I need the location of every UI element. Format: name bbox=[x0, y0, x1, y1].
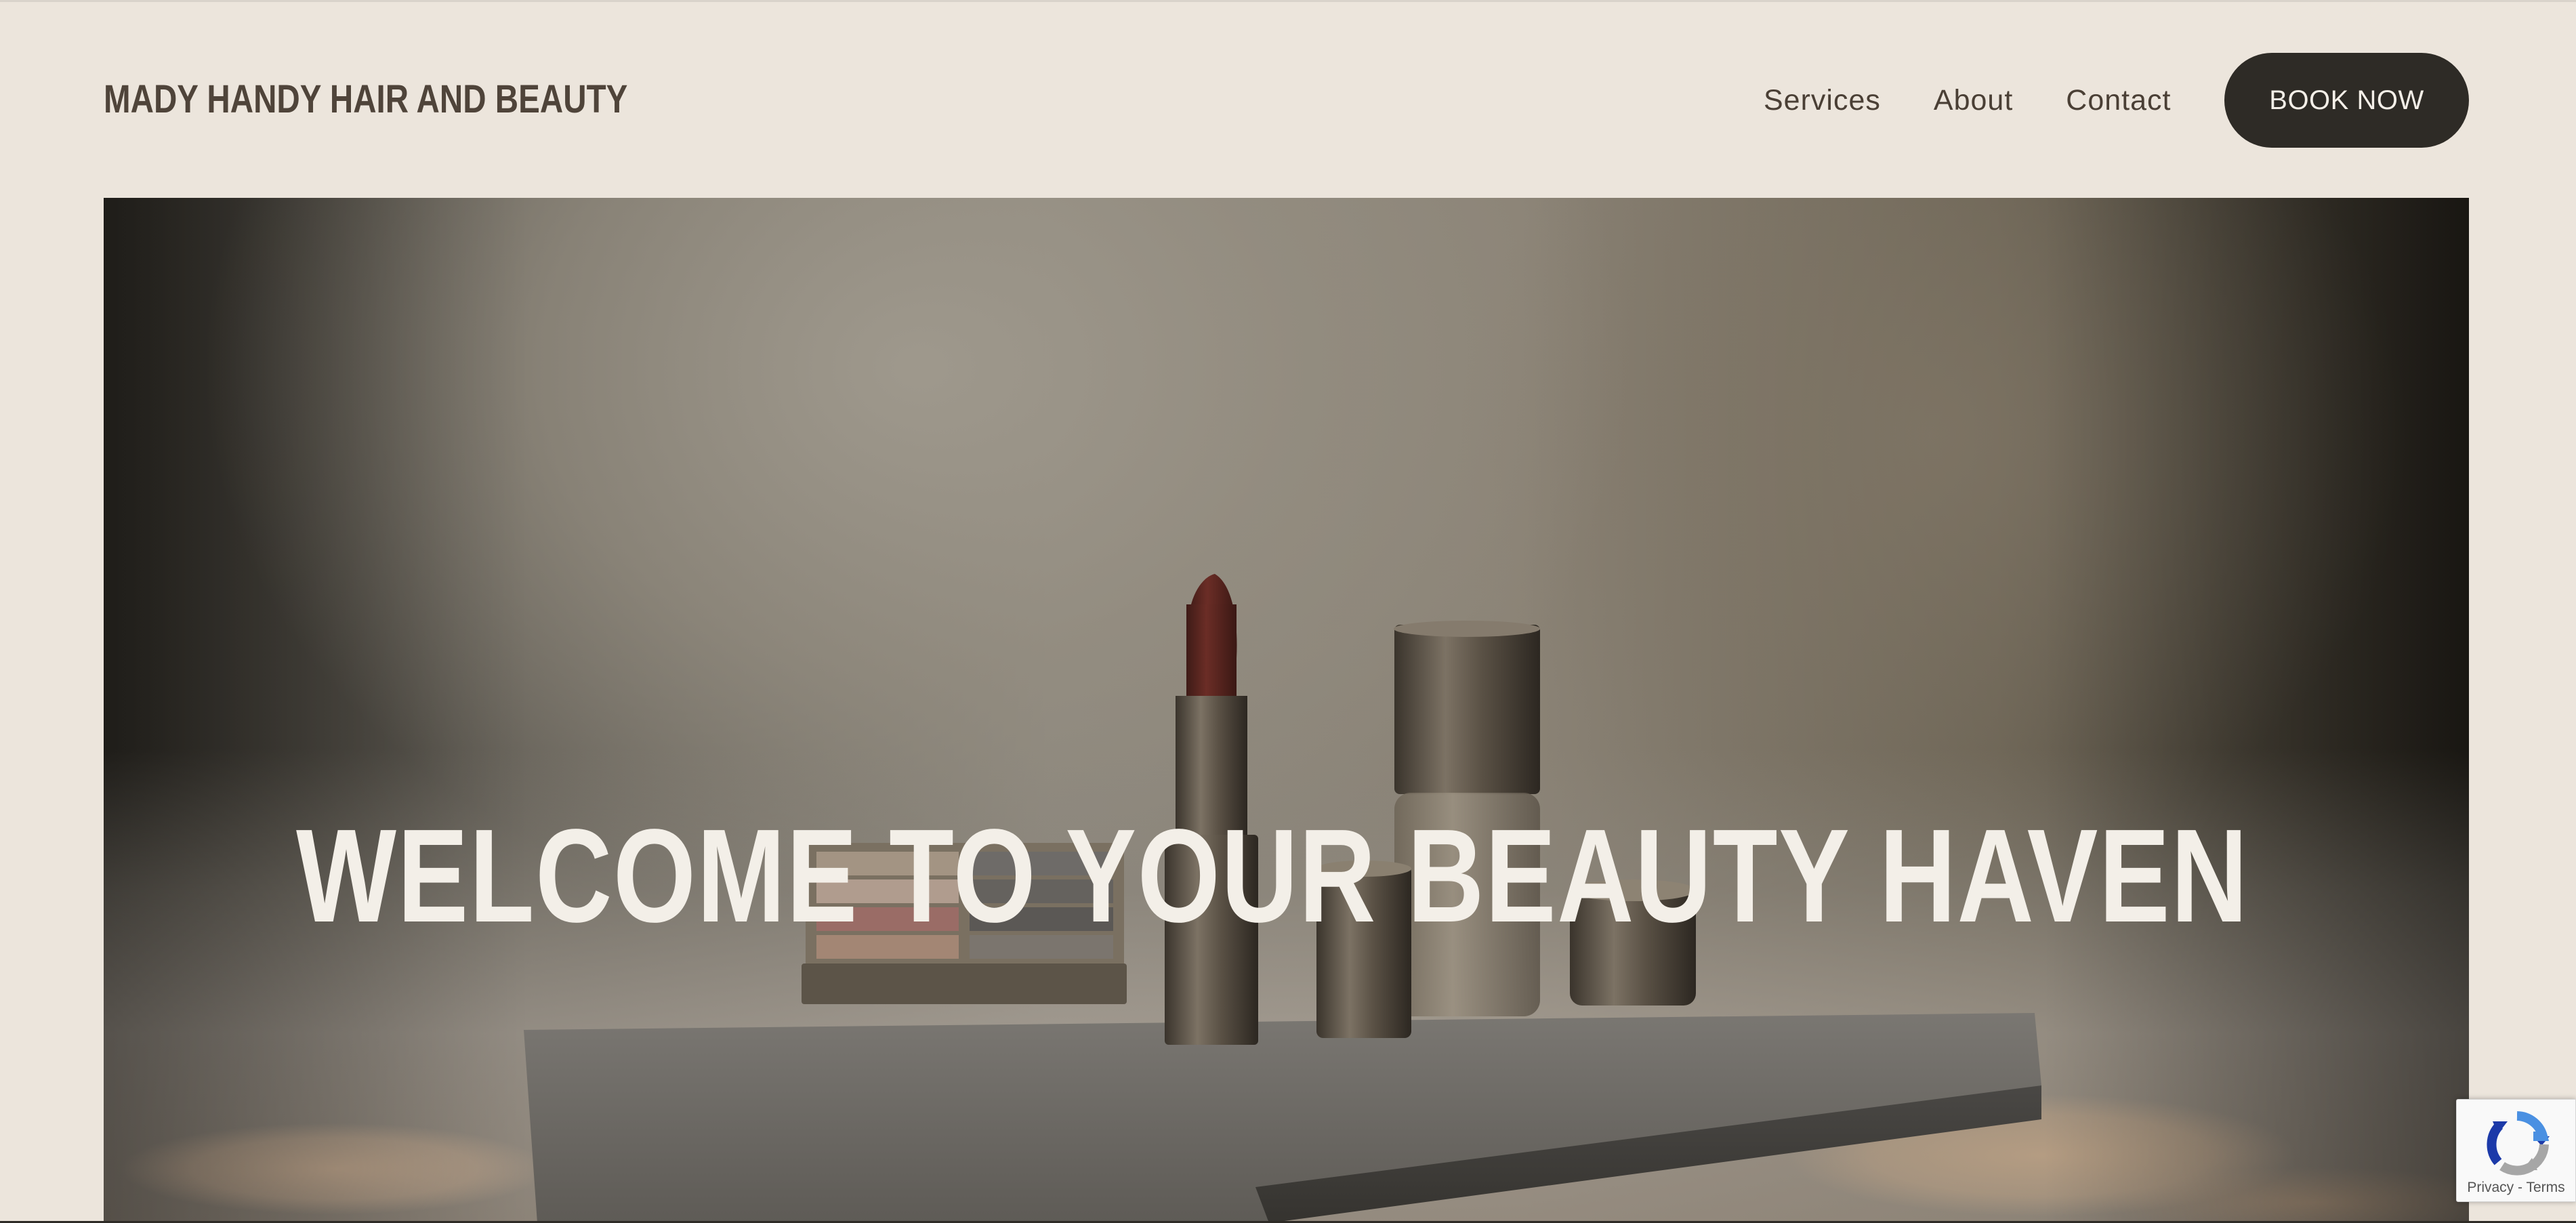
hero-vignette bbox=[104, 198, 2469, 1223]
recaptcha-icon bbox=[2487, 1111, 2550, 1176]
recaptcha-links: Privacy - Terms bbox=[2457, 1180, 2575, 1196]
recaptcha-separator: - bbox=[2514, 1180, 2527, 1195]
hero-title: WELCOME TO YOUR BEAUTY HAVEN bbox=[296, 802, 2249, 951]
nav-link-services[interactable]: Services bbox=[1764, 84, 1881, 117]
hero-section: WELCOME TO YOUR BEAUTY HAVEN bbox=[104, 198, 2469, 1223]
recaptcha-badge[interactable]: Privacy - Terms bbox=[2456, 1099, 2576, 1202]
nav-link-about[interactable]: About bbox=[1934, 84, 2013, 117]
site-header: MADY HANDY HAIR AND BEAUTY Services Abou… bbox=[0, 2, 2576, 196]
recaptcha-privacy-link[interactable]: Privacy bbox=[2467, 1180, 2514, 1195]
brand-logo[interactable]: MADY HANDY HAIR AND BEAUTY bbox=[104, 72, 627, 127]
nav-link-contact[interactable]: Contact bbox=[2066, 84, 2171, 117]
main-nav: Services About Contact bbox=[1764, 53, 2224, 148]
recaptcha-terms-link[interactable]: Terms bbox=[2526, 1180, 2564, 1195]
book-now-button[interactable]: BOOK NOW bbox=[2224, 53, 2469, 148]
